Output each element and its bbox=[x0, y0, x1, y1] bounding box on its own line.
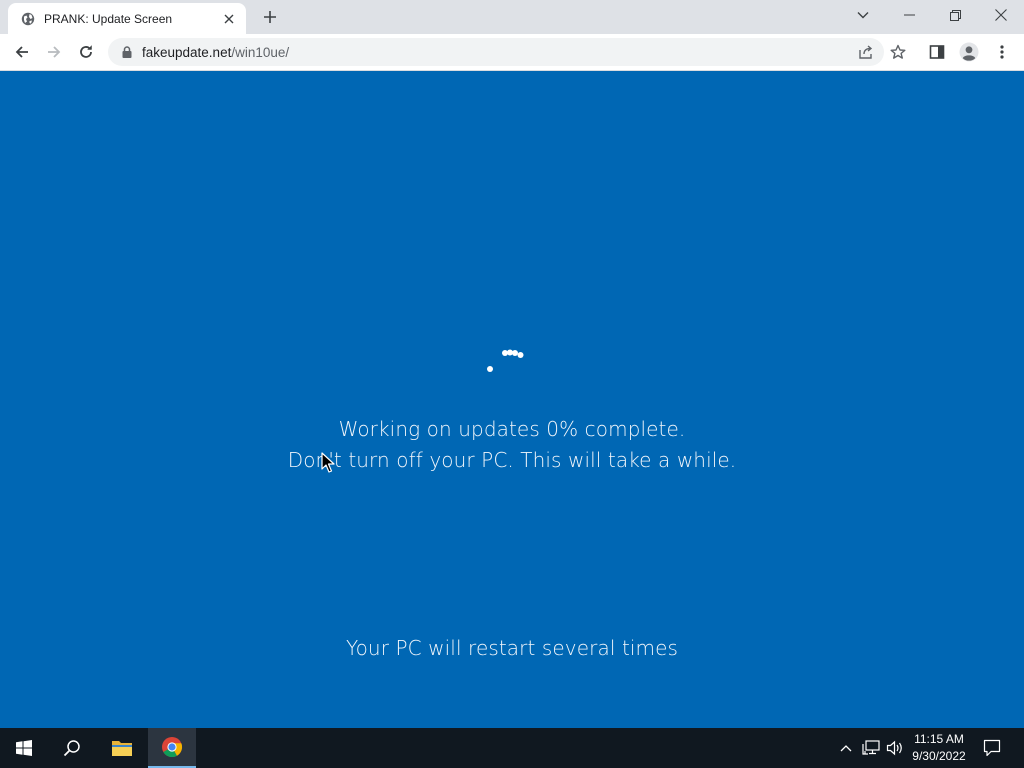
reload-button[interactable] bbox=[72, 38, 100, 66]
tab-title: PRANK: Update Screen bbox=[44, 11, 173, 26]
close-window-button[interactable] bbox=[978, 0, 1024, 30]
menu-kebab-icon[interactable] bbox=[988, 38, 1016, 66]
clock-time: 11:15 AM bbox=[914, 732, 964, 746]
lock-icon[interactable] bbox=[120, 45, 134, 59]
forward-button[interactable] bbox=[40, 38, 68, 66]
tab-strip: PRANK: Update Screen bbox=[0, 0, 1024, 34]
minimize-button[interactable] bbox=[886, 0, 932, 30]
file-explorer-button[interactable] bbox=[98, 728, 146, 768]
loading-spinner-icon bbox=[487, 349, 524, 372]
new-tab-button[interactable] bbox=[257, 5, 283, 29]
taskbar: 11:15 AM 9/30/2022 bbox=[0, 728, 1024, 768]
folder-icon bbox=[112, 741, 132, 756]
side-panel-icon[interactable] bbox=[923, 38, 951, 66]
show-hidden-icons-button[interactable] bbox=[836, 728, 856, 768]
close-tab-icon[interactable] bbox=[220, 10, 238, 28]
search-icon bbox=[63, 740, 80, 757]
windows-logo-icon bbox=[16, 740, 32, 756]
notification-icon bbox=[983, 739, 1001, 757]
url-path: /win10ue/ bbox=[231, 44, 290, 60]
url-text: fakeupdate.net/win10ue/ bbox=[142, 45, 289, 60]
profile-avatar-icon[interactable] bbox=[955, 38, 983, 66]
mouse-pointer-icon bbox=[321, 452, 335, 473]
chevron-up-icon bbox=[840, 745, 852, 752]
update-screen-page[interactable]: Working on updates 0% complete. Don't tu… bbox=[0, 71, 1024, 728]
browser-tab-active[interactable]: PRANK: Update Screen bbox=[8, 3, 246, 34]
start-button[interactable] bbox=[0, 728, 48, 768]
address-bar[interactable]: fakeupdate.net/win10ue/ bbox=[108, 38, 884, 66]
search-button[interactable] bbox=[48, 728, 96, 768]
clock-date: 9/30/2022 bbox=[912, 749, 966, 763]
chrome-icon bbox=[162, 737, 183, 758]
chrome-taskbar-button[interactable] bbox=[148, 728, 196, 768]
update-warning-text: Don't turn off your PC. This will take a… bbox=[287, 448, 737, 472]
volume-icon[interactable] bbox=[884, 728, 906, 768]
browser-toolbar: fakeupdate.net/win10ue/ bbox=[0, 34, 1024, 71]
system-clock[interactable]: 11:15 AM 9/30/2022 bbox=[906, 731, 972, 765]
network-icon[interactable] bbox=[860, 728, 882, 768]
bookmark-star-icon[interactable] bbox=[884, 38, 912, 66]
action-center-button[interactable] bbox=[978, 728, 1006, 768]
update-progress-text: Working on updates 0% complete. bbox=[338, 417, 686, 441]
globe-icon bbox=[20, 11, 36, 27]
share-icon[interactable] bbox=[852, 38, 880, 66]
url-host: fakeupdate.net bbox=[142, 44, 232, 60]
back-button[interactable] bbox=[8, 38, 36, 66]
restart-notice-text: Your PC will restart several times bbox=[345, 636, 679, 660]
tab-search-button[interactable] bbox=[840, 0, 886, 30]
restore-button[interactable] bbox=[932, 0, 978, 30]
